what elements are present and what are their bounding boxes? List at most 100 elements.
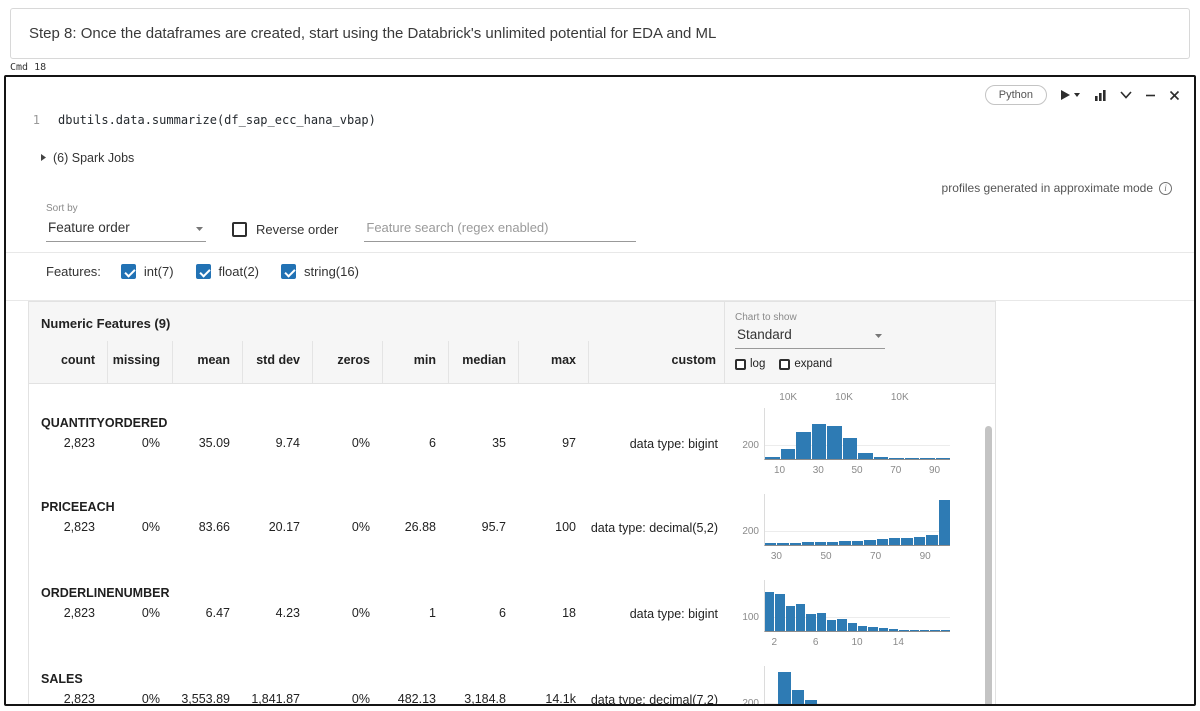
column-header-min: min	[382, 341, 448, 383]
histogram-plot[interactable]: 100	[764, 580, 950, 632]
cell-max: 97	[518, 436, 588, 453]
chevron-down-icon	[1120, 91, 1132, 99]
histogram-quantityordered[interactable]: 10K10K10K2001030507090	[724, 384, 995, 478]
markdown-cell[interactable]: Step 8: Once the dataframes are created,…	[10, 8, 1190, 59]
column-header-mean: mean	[172, 341, 242, 383]
histogram-priceeach[interactable]: 20030507090	[724, 486, 995, 564]
expand-toggle[interactable]: expand	[779, 358, 832, 370]
column-headers: countmissingmeanstd devzerosminmedianmax…	[29, 341, 724, 383]
histogram-plot[interactable]: 200	[764, 408, 950, 460]
scrollbar[interactable]	[985, 390, 992, 706]
feature-name: ORDERLINENUMBER	[41, 586, 724, 600]
approx-note-text: profiles generated in approximate mode	[942, 181, 1153, 195]
language-button[interactable]: Python	[985, 85, 1047, 105]
cell-count: 2,823	[29, 692, 107, 706]
table-row: ORDERLINENUMBER2,8230%6.474.230%1618data…	[29, 572, 995, 658]
cell-min: 26.88	[382, 520, 448, 537]
chart-type-value: Standard	[737, 327, 792, 342]
close-icon	[1169, 90, 1180, 101]
feature-name: SALES	[41, 672, 724, 686]
minus-icon	[1145, 90, 1156, 101]
code-text[interactable]: dbutils.data.summarize(df_sap_ecc_hana_v…	[58, 113, 376, 127]
column-header-count: count	[29, 341, 107, 383]
page: { "page": { "markdown_text": "Step 8: On…	[0, 8, 1200, 711]
log-checkbox[interactable]	[735, 359, 746, 370]
column-header-std-dev: std dev	[242, 341, 312, 383]
cell-std-dev: 4.23	[242, 606, 312, 623]
cell-custom: data type: bigint	[588, 436, 724, 453]
cell-zeros: 0%	[312, 606, 382, 623]
scrollbar-thumb[interactable]	[985, 426, 992, 706]
feature-type-checkbox[interactable]	[281, 264, 296, 279]
feature-search-input[interactable]	[364, 216, 636, 242]
expand-label: expand	[794, 358, 832, 370]
cell-custom: data type: decimal(5,2)	[588, 520, 724, 537]
sort-order-select[interactable]: Feature order	[46, 220, 206, 242]
cell-max: 100	[518, 520, 588, 537]
cell-mean: 83.66	[172, 520, 242, 537]
cell-mean: 3,553.89	[172, 692, 242, 706]
collapse-cell-button[interactable]	[1120, 91, 1132, 99]
run-dropdown-caret-icon	[1073, 92, 1081, 98]
summary-controls: Sort by Feature order Reverse order	[46, 203, 1194, 242]
cell-zeros: 0%	[312, 520, 382, 537]
table-title: Numeric Features (9)	[29, 302, 724, 341]
markdown-text: Step 8: Once the dataframes are created,…	[29, 25, 716, 42]
table-row: PRICEEACH2,8230%83.6620.170%26.8895.7100…	[29, 486, 995, 572]
caret-right-icon	[40, 151, 46, 165]
cell-min: 1	[382, 606, 448, 623]
cell-std-dev: 9.74	[242, 436, 312, 453]
cell-min: 482.13	[382, 692, 448, 706]
column-header-max: max	[518, 341, 588, 383]
feature-type-label: float(2)	[219, 264, 259, 279]
log-toggle[interactable]: log	[735, 358, 765, 370]
run-button[interactable]	[1060, 89, 1081, 101]
histogram-sales[interactable]: 200	[724, 658, 995, 706]
features-label: Features:	[46, 264, 101, 279]
table-header: Numeric Features (9) countmissingmeanstd…	[29, 302, 995, 384]
cell-mean: 35.09	[172, 436, 242, 453]
close-cell-button[interactable]	[1169, 90, 1180, 101]
histogram-plot[interactable]: 200	[764, 666, 950, 706]
cell-max: 14.1k	[518, 692, 588, 706]
feature-type-toggle-0[interactable]: int(7)	[121, 264, 174, 279]
histogram-orderlinenumber[interactable]: 100261014	[724, 572, 995, 650]
info-icon[interactable]	[1159, 182, 1172, 195]
cell-count: 2,823	[29, 520, 107, 537]
chart-panel: Chart to show Standard log expand	[724, 302, 995, 383]
code-editor[interactable]: 1 dbutils.data.summarize(df_sap_ecc_hana…	[6, 113, 1194, 127]
line-number: 1	[6, 113, 58, 127]
cell-custom: data type: bigint	[588, 606, 724, 623]
notebook-code-cell: Python 1 dbutils.data.summarize(df_sap_e…	[4, 75, 1196, 706]
sort-by-label: Sort by	[46, 203, 206, 214]
histogram-plot[interactable]: 200	[764, 494, 950, 546]
cell-std-dev: 1,841.87	[242, 692, 312, 706]
cell-toolbar: Python	[985, 85, 1180, 105]
reverse-order-label: Reverse order	[256, 222, 338, 237]
spark-jobs-toggle[interactable]: (6) Spark Jobs	[40, 151, 1194, 165]
cell-missing: 0%	[107, 520, 172, 537]
cmd-label: Cmd 18	[10, 62, 1200, 73]
cell-std-dev: 20.17	[242, 520, 312, 537]
reverse-order-checkbox[interactable]	[232, 222, 247, 237]
chevron-down-icon	[195, 220, 204, 235]
approx-mode-note: profiles generated in approximate mode	[6, 181, 1172, 195]
chart-type-select[interactable]: Standard	[735, 327, 885, 349]
sort-order-value: Feature order	[48, 220, 130, 235]
cell-custom: data type: decimal(7,2)	[588, 692, 724, 706]
reverse-order-toggle[interactable]: Reverse order	[232, 222, 338, 242]
cell-count: 2,823	[29, 606, 107, 623]
feature-name: QUANTITYORDERED	[41, 416, 724, 430]
feature-type-checkbox[interactable]	[196, 264, 211, 279]
column-header-custom: custom	[588, 341, 724, 383]
feature-type-checkbox[interactable]	[121, 264, 136, 279]
cell-mean: 6.47	[172, 606, 242, 623]
feature-name: PRICEEACH	[41, 500, 724, 514]
feature-type-toggle-2[interactable]: string(16)	[281, 264, 359, 279]
minimize-cell-button[interactable]	[1145, 90, 1156, 101]
cell-missing: 0%	[107, 692, 172, 706]
feature-type-toggle-1[interactable]: float(2)	[196, 264, 259, 279]
chart-options-button[interactable]	[1094, 89, 1107, 102]
expand-checkbox[interactable]	[779, 359, 790, 370]
chart-toggles: log expand	[735, 358, 995, 370]
